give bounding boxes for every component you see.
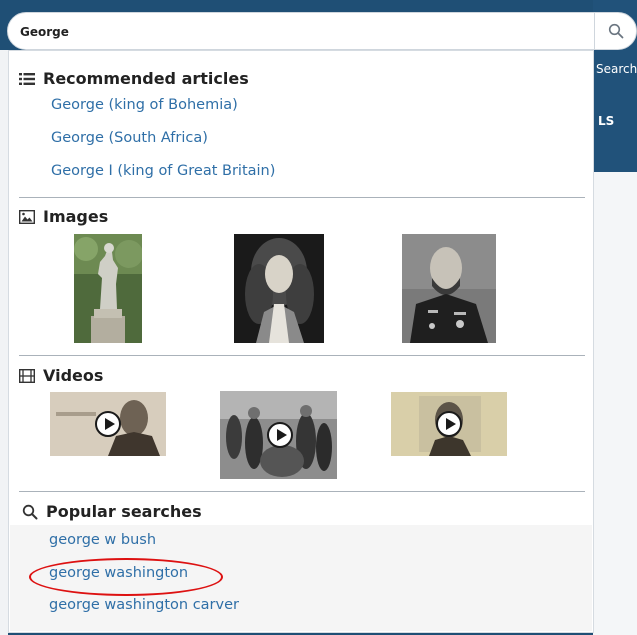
videos-header: Videos xyxy=(19,366,103,385)
highlight-annotation xyxy=(29,558,223,596)
search-button[interactable] xyxy=(600,15,632,47)
search-suggestions-dropdown: Recommended articles George (king of Boh… xyxy=(8,50,594,633)
search-bar xyxy=(7,12,637,50)
play-icon xyxy=(267,422,293,448)
popular-search-link[interactable]: george w bush xyxy=(49,532,156,548)
image-thumbnail-portrait-wig[interactable] xyxy=(234,234,324,343)
popular-search-link[interactable]: george washington carver xyxy=(49,597,239,613)
search-divider xyxy=(594,13,595,49)
popular-searches-title: Popular searches xyxy=(46,502,202,521)
video-thumbnail[interactable] xyxy=(50,392,166,456)
search-input[interactable] xyxy=(18,19,582,45)
play-icon xyxy=(95,411,121,437)
recommended-articles-header: Recommended articles xyxy=(19,69,249,88)
background-search-label[interactable]: Search xyxy=(596,62,637,76)
article-link[interactable]: George (South Africa) xyxy=(51,130,208,146)
article-link[interactable]: George I (king of Great Britain) xyxy=(51,163,275,179)
section-divider xyxy=(19,355,585,356)
image-thumbnail-uniform-portrait[interactable] xyxy=(402,234,496,343)
play-icon xyxy=(436,411,462,437)
video-thumbnail[interactable] xyxy=(391,392,507,456)
background-page-left xyxy=(0,50,8,635)
images-header: Images xyxy=(19,207,108,226)
article-link[interactable]: George (king of Bohemia) xyxy=(51,97,238,113)
search-icon xyxy=(608,23,624,39)
popular-searches-header: Popular searches xyxy=(22,502,202,521)
section-divider xyxy=(19,491,585,492)
images-title: Images xyxy=(43,207,109,226)
film-icon xyxy=(19,368,35,383)
videos-title: Videos xyxy=(43,366,104,385)
image-icon xyxy=(19,209,35,224)
list-icon xyxy=(19,72,35,85)
video-thumbnail[interactable] xyxy=(220,391,337,479)
recommended-articles-title: Recommended articles xyxy=(43,69,249,88)
search-icon xyxy=(22,504,38,519)
background-tab-fragment[interactable]: LS xyxy=(598,114,614,128)
section-divider xyxy=(19,197,585,198)
image-thumbnail-statue[interactable] xyxy=(74,234,142,343)
